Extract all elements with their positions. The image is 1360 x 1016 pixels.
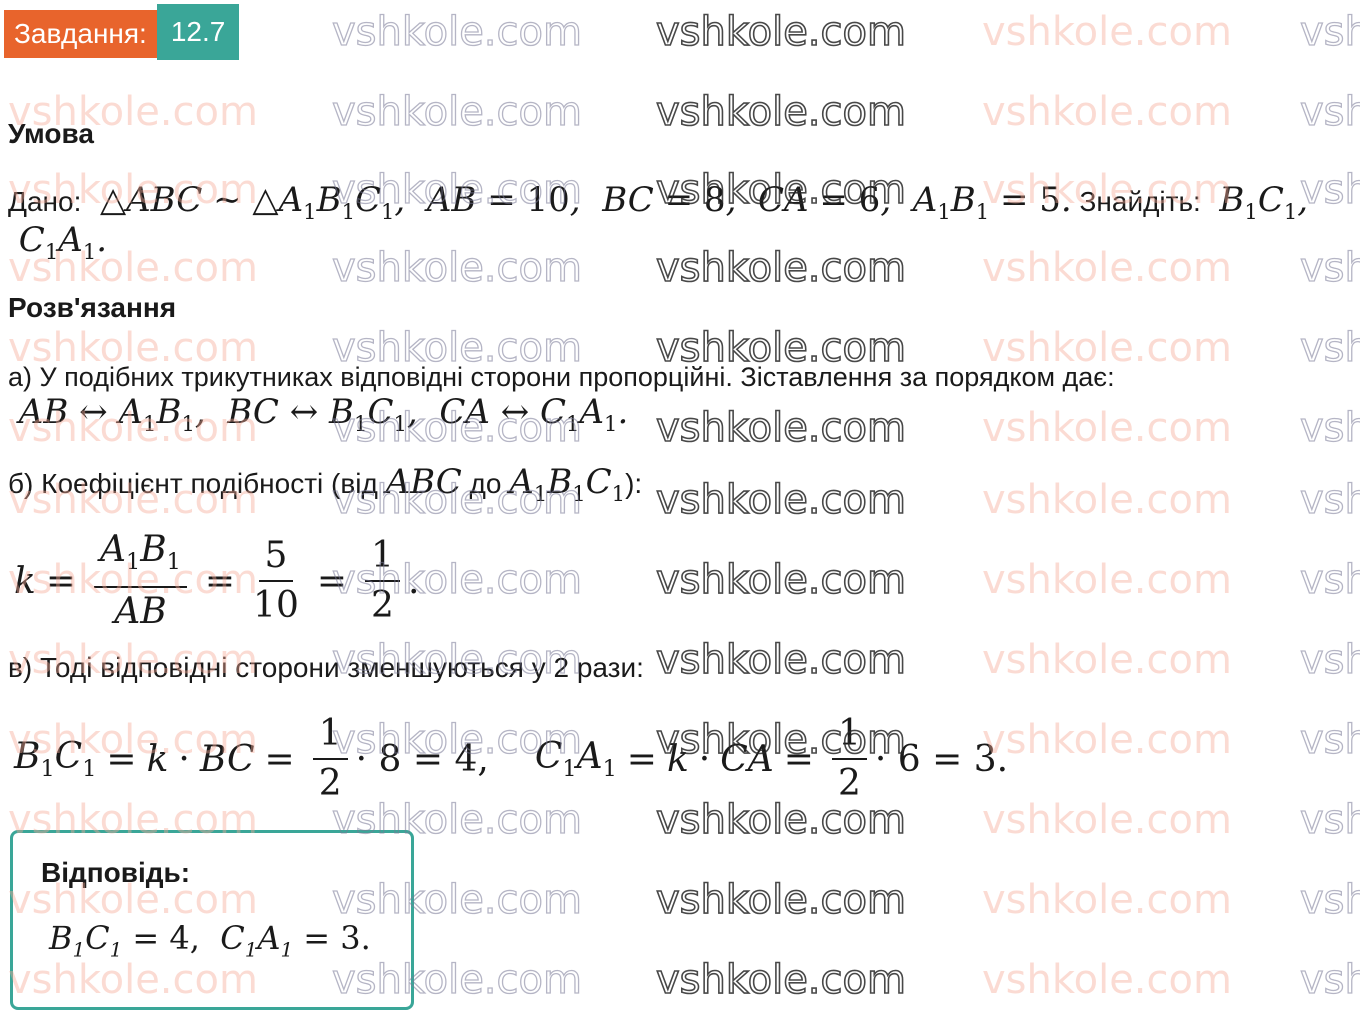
task-label: Завдання: [4,10,157,58]
answer-value: B1C1 = 4, C1A1 = 3. [49,919,371,962]
step-b-suffix: ): [625,468,643,499]
find-math-1: B1C1, [1208,180,1309,224]
task-number: 12.7 [156,4,240,60]
given-line-2: C1A1. [8,220,107,264]
task-page: Завдання: 12.7 Умова Дано: △ABC ∼ △A1B1C… [0,0,1360,1016]
find-math-2: C1A1. [8,220,108,264]
task-badge: Завдання: 12.7 [4,4,240,60]
step-b-mid: до [469,468,502,499]
step-a-math: AB ↔ A1B1, BC ↔ B1C1, CA ↔ C1A1. [8,392,629,436]
answer-heading: Відповідь: [41,857,191,888]
find-label: Знайдіть: [1079,186,1201,217]
result-formula: B1C1 = k · BC = 12 · 8 = 4, C1A1 = k · CA = 12 · 6… [14,713,1009,804]
condition-heading: Умова [8,118,94,149]
similarity-formula: k = A1B1 AB = 5 10 = 12. [14,529,420,633]
given-math: △ABC ∼ △A1B1C1, AB = 10, BC = 8, CA = 6,… [99,180,1072,224]
given-line: Дано: △ABC ∼ △A1B1C1, AB = 10, BC = 8, C… [8,180,1308,224]
step-c-text: в) Тоді відповідні сторони зменшуються у… [8,652,644,683]
step-b-line: б) Коефіцієнт подібності (від ABC до A1B… [8,462,643,506]
step-b-prefix: б) Коефіцієнт подібності (від [8,468,378,499]
step-a-text: а) У подібних трикутниках відповідні сто… [8,362,1115,392]
given-label: Дано: [8,186,82,217]
solution-heading: Розв'язання [8,292,177,323]
answer-box: Відповідь: B1C1 = 4, C1A1 = 3. [10,830,414,1010]
